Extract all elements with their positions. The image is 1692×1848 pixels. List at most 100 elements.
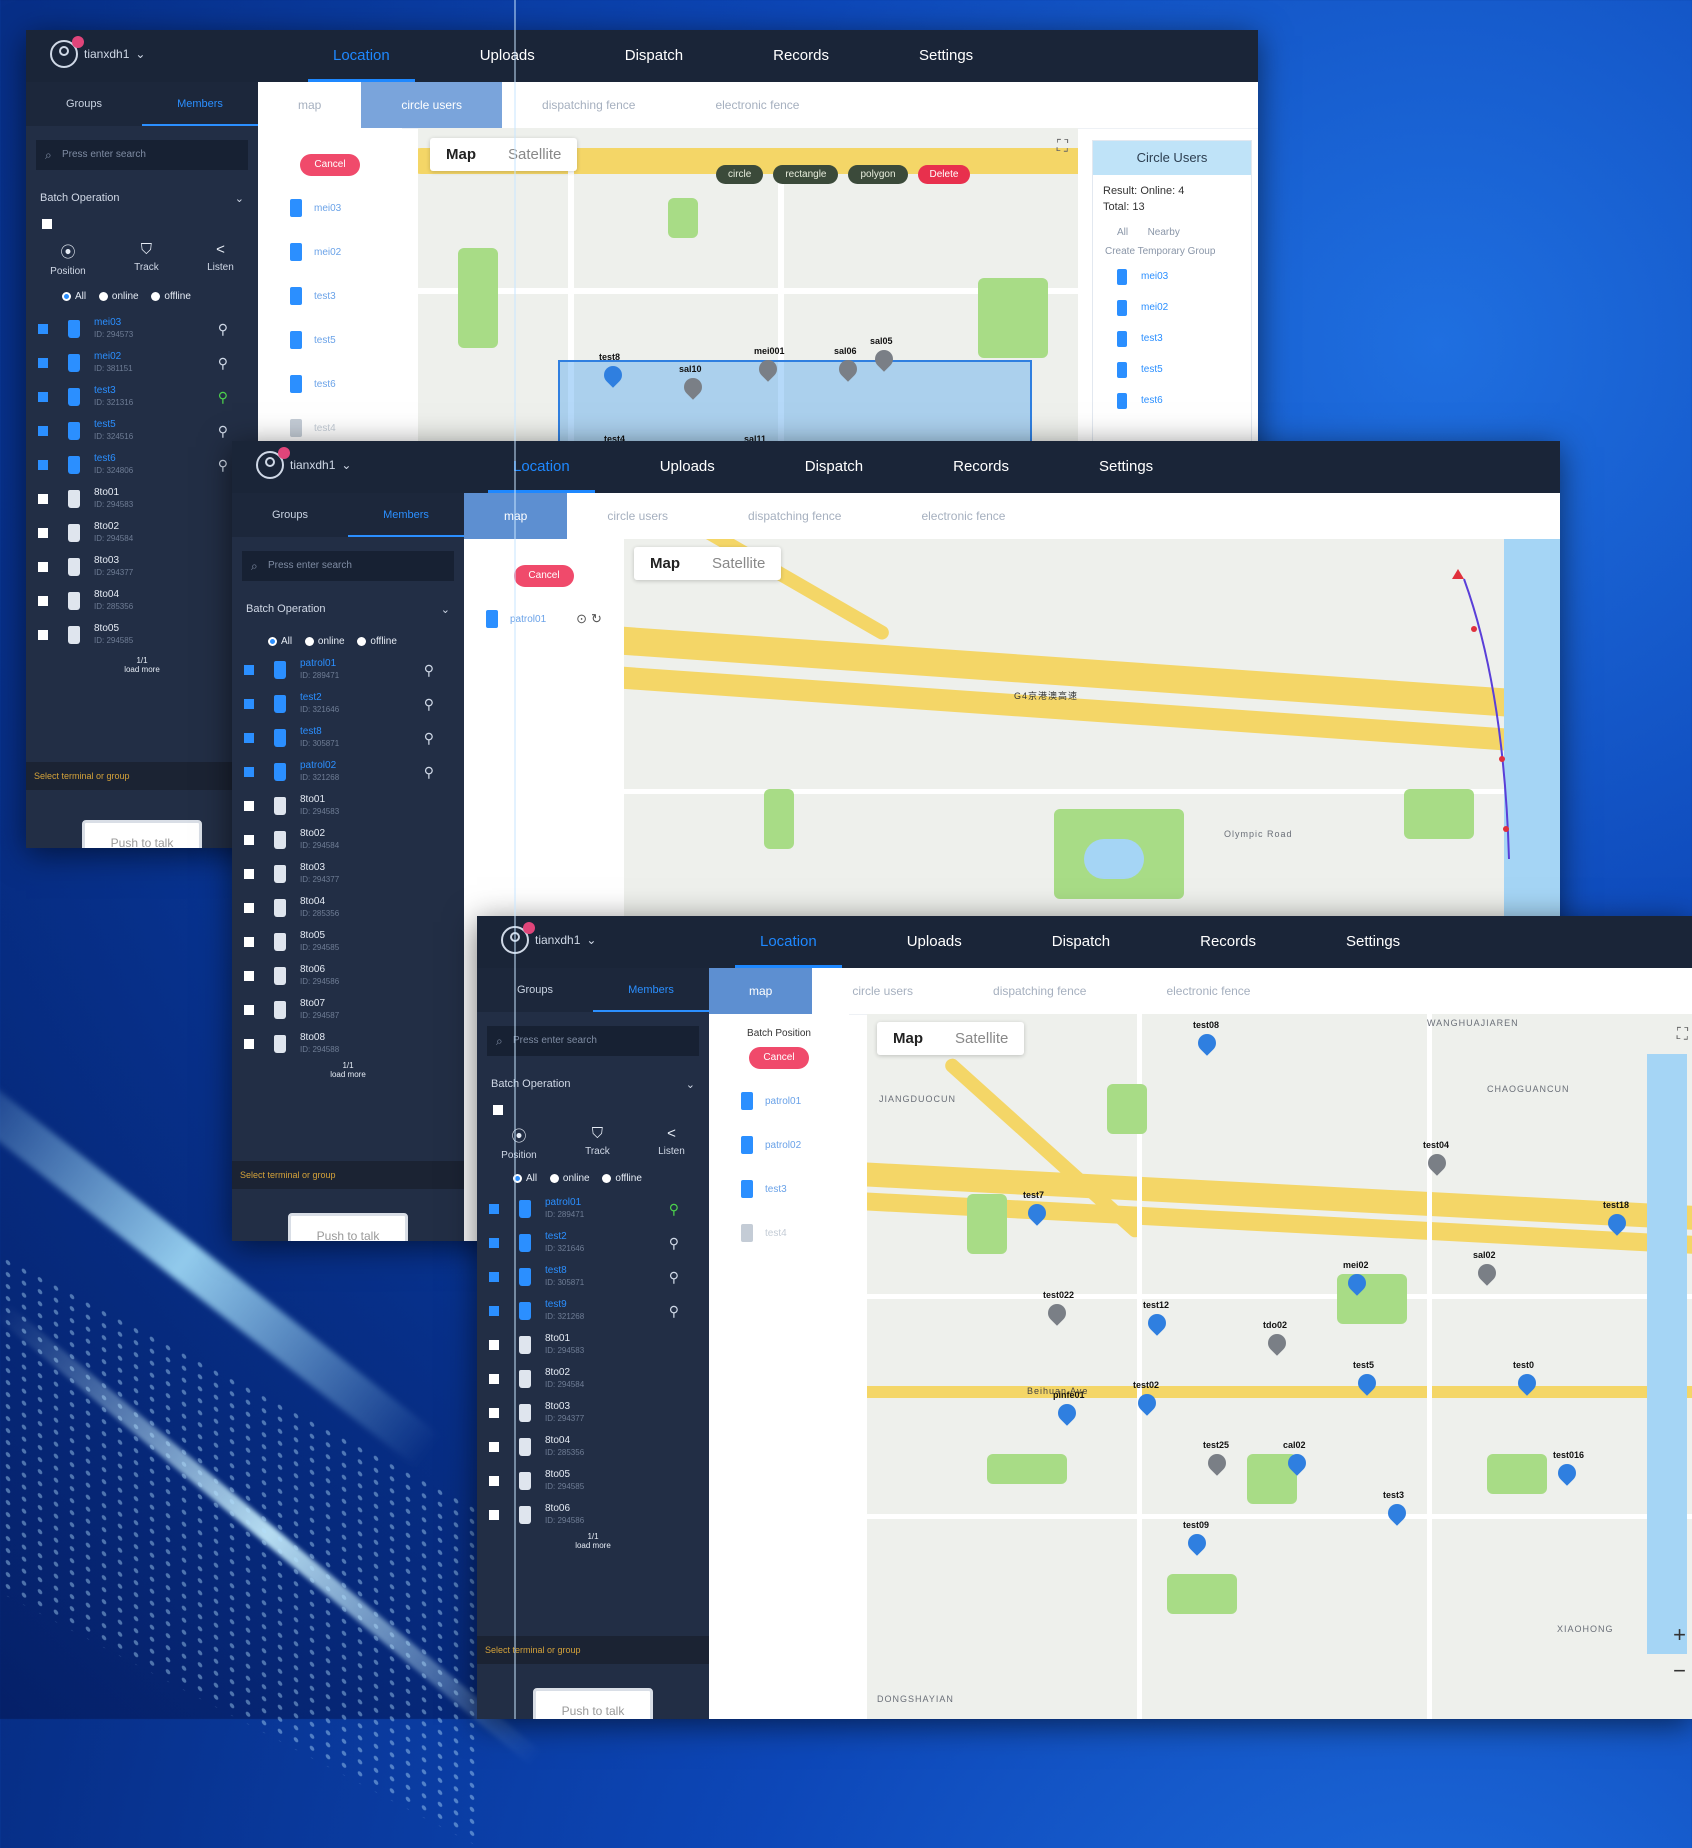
map-marker[interactable]: test3 — [1383, 1490, 1410, 1532]
location-pin-icon[interactable]: ⚲ — [218, 389, 228, 406]
radio-offline[interactable] — [357, 636, 367, 646]
member-checkbox[interactable] — [38, 630, 48, 640]
load-more-link[interactable]: load more — [232, 1070, 464, 1079]
track-button[interactable]: ⛉ Track — [134, 241, 159, 277]
list-item[interactable]: test3 — [258, 274, 402, 318]
nav-location[interactable]: Location — [288, 30, 435, 82]
tab-members[interactable]: Members — [593, 968, 709, 1012]
list-item[interactable]: test3 — [1093, 323, 1251, 354]
map-marker[interactable]: sal10 — [679, 364, 706, 406]
list-item[interactable]: test3 — [709, 1167, 849, 1211]
table-row[interactable]: 8to03 ID: 294377 — [232, 857, 464, 891]
map-marker[interactable]: test12 — [1143, 1300, 1170, 1342]
map-button[interactable]: Map — [634, 547, 696, 580]
nav-settings[interactable]: Settings — [1301, 916, 1445, 968]
member-checkbox[interactable] — [489, 1204, 499, 1214]
table-row[interactable]: 8to03 ID: 294377 — [477, 1396, 709, 1430]
tab-members[interactable]: Members — [348, 493, 464, 537]
map-marker[interactable]: test7 — [1023, 1190, 1050, 1232]
member-checkbox[interactable] — [489, 1408, 499, 1418]
member-checkbox[interactable] — [489, 1340, 499, 1350]
map-marker[interactable]: test04 — [1423, 1140, 1450, 1182]
map-marker[interactable]: test25 — [1203, 1440, 1230, 1482]
map-marker[interactable]: test08 — [1193, 1020, 1220, 1062]
select-all-checkbox[interactable] — [493, 1105, 503, 1115]
tab-circle-users[interactable]: circle users — [567, 493, 708, 539]
delete-button[interactable]: Delete — [917, 165, 971, 184]
radio-online[interactable] — [98, 291, 108, 301]
tab-circle-users[interactable]: circle users — [361, 82, 503, 128]
member-checkbox[interactable] — [489, 1238, 499, 1248]
location-pin-icon[interactable]: ⚲ — [218, 321, 228, 338]
radio-offline[interactable] — [151, 291, 161, 301]
table-row[interactable]: test6 ID: 324806 ⚲ — [26, 448, 258, 482]
table-row[interactable]: test2 ID: 321646 ⚲ — [477, 1226, 709, 1260]
position-button[interactable]: ⦿ Position — [50, 241, 86, 277]
table-row[interactable]: 8to06 ID: 294586 — [232, 959, 464, 993]
list-item[interactable]: patrol01 ⊙ ↻ — [464, 597, 624, 641]
member-checkbox[interactable] — [489, 1442, 499, 1452]
search-input[interactable]: Press enter search — [242, 551, 454, 581]
nav-records[interactable]: Records — [728, 30, 874, 82]
tab-circle-users[interactable]: circle users — [812, 968, 953, 1014]
draw-circle-button[interactable]: circle — [716, 165, 764, 184]
satellite-button[interactable]: Satellite — [492, 138, 577, 171]
member-checkbox[interactable] — [38, 596, 48, 606]
batch-operation[interactable]: Batch Operation ⌄ — [40, 192, 244, 205]
nav-location[interactable]: Location — [468, 441, 615, 493]
tab-electronic-fence[interactable]: electronic fence — [1126, 968, 1290, 1014]
table-row[interactable]: 8to03 ID: 294377 — [26, 550, 258, 584]
member-checkbox[interactable] — [38, 562, 48, 572]
nav-records[interactable]: Records — [1155, 916, 1301, 968]
search-input[interactable]: Press enter search — [36, 140, 248, 170]
table-row[interactable]: 8to04 ID: 285356 — [26, 584, 258, 618]
push-to-talk-button[interactable]: Push to talk — [82, 820, 202, 848]
map-marker[interactable]: test09 — [1183, 1520, 1210, 1562]
filter-all[interactable]: All — [1117, 227, 1128, 238]
radio-online[interactable] — [304, 636, 314, 646]
member-checkbox[interactable] — [38, 426, 48, 436]
map-marker[interactable]: test022 — [1043, 1290, 1074, 1332]
table-row[interactable]: test3 ID: 321316 ⚲ — [26, 380, 258, 414]
table-row[interactable]: 8to04 ID: 285356 — [232, 891, 464, 925]
map-marker[interactable]: test5 — [1353, 1360, 1380, 1402]
map-marker[interactable]: mei001 — [754, 346, 785, 388]
push-to-talk-button[interactable]: Push to talk — [533, 1688, 653, 1719]
tab-members[interactable]: Members — [142, 82, 258, 126]
table-row[interactable]: test8 ID: 305871 ⚲ — [477, 1260, 709, 1294]
map-marker[interactable]: cal02 — [1283, 1440, 1310, 1482]
nav-uploads[interactable]: Uploads — [615, 441, 760, 493]
table-row[interactable]: 8to01 ID: 294583 — [477, 1328, 709, 1362]
table-row[interactable]: patrol01 ID: 289471 ⚲ — [477, 1192, 709, 1226]
member-checkbox[interactable] — [38, 460, 48, 470]
list-item[interactable]: test6 — [1093, 385, 1251, 416]
fullscreen-icon[interactable]: ⛶ — [1677, 1026, 1688, 1044]
batch-operation[interactable]: Batch Operation ⌄ — [246, 603, 450, 616]
location-pin-icon[interactable]: ⚲ — [669, 1269, 679, 1286]
zoom-out-icon[interactable]: − — [1673, 1653, 1686, 1689]
member-checkbox[interactable] — [244, 699, 254, 709]
tab-electronic-fence[interactable]: electronic fence — [675, 82, 839, 128]
member-checkbox[interactable] — [244, 1005, 254, 1015]
target-icon[interactable]: ⊙ — [576, 611, 587, 627]
map-button[interactable]: Map — [430, 138, 492, 171]
table-row[interactable]: 8to02 ID: 294584 — [477, 1362, 709, 1396]
draw-rectangle-button[interactable]: rectangle — [773, 165, 839, 184]
table-row[interactable]: test9 ID: 321268 ⚲ — [477, 1294, 709, 1328]
member-checkbox[interactable] — [38, 392, 48, 402]
list-item[interactable]: test5 — [1093, 354, 1251, 385]
tab-dispatching-fence[interactable]: dispatching fence — [708, 493, 881, 539]
map-view[interactable]: Beihuan Ave JIANGDUOCUN CHAOGUANCUN DONG… — [867, 1014, 1692, 1719]
table-row[interactable]: test2 ID: 321646 ⚲ — [232, 687, 464, 721]
nav-records[interactable]: Records — [908, 441, 1054, 493]
map-marker[interactable]: test02 — [1133, 1380, 1160, 1422]
list-item[interactable]: test5 — [258, 318, 402, 362]
track-button[interactable]: ⛉ Track — [585, 1125, 610, 1161]
location-pin-icon[interactable]: ⚲ — [218, 355, 228, 372]
location-pin-icon[interactable]: ⚲ — [218, 457, 228, 474]
list-item[interactable]: test6 — [258, 362, 402, 406]
map-marker[interactable]: sal02 — [1473, 1250, 1500, 1292]
refresh-icon[interactable]: ↻ — [591, 611, 602, 627]
list-item[interactable]: patrol01 — [709, 1079, 849, 1123]
location-pin-icon[interactable]: ⚲ — [669, 1201, 679, 1218]
